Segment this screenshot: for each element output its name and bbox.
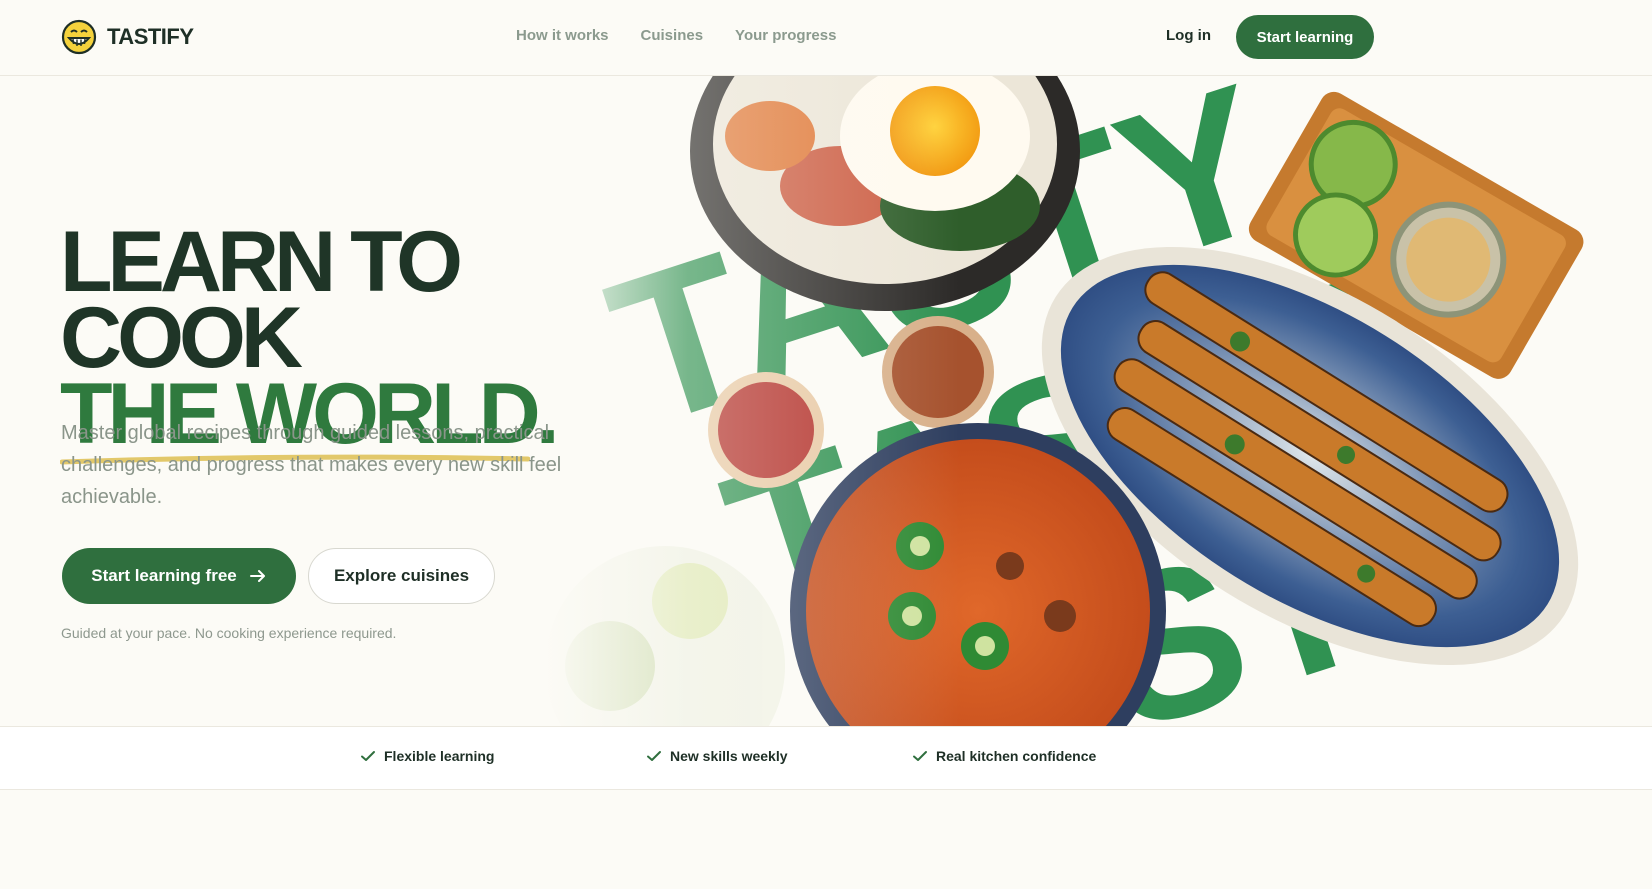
top-navbar: TASTIFY How it works Cuisines Your progr… — [0, 0, 1652, 76]
start-learning-button[interactable]: Start learning — [1236, 15, 1374, 59]
main-nav: How it works Cuisines Your progress — [516, 27, 836, 44]
feature-real-kitchen-confidence: Real kitchen confidence — [912, 748, 1096, 764]
nav-link-how-it-works[interactable]: How it works — [516, 27, 609, 44]
hero-note: Guided at your pace. No cooking experien… — [61, 625, 397, 641]
headline-line-1: LEARN TO — [60, 214, 463, 310]
brand[interactable]: TASTIFY — [61, 19, 194, 55]
feature-label: Real kitchen confidence — [936, 748, 1097, 764]
feature-strip: Flexible learning New skills weekly Real… — [0, 726, 1652, 790]
start-learning-free-label: Start learning free — [91, 566, 237, 585]
check-icon — [647, 751, 661, 761]
nav-link-your-progress[interactable]: Your progress — [735, 27, 836, 44]
login-link[interactable]: Log in — [1166, 27, 1211, 44]
brand-name: TASTIFY — [107, 24, 194, 49]
headline-line-2: COOK — [60, 290, 303, 386]
feature-label: Flexible learning — [384, 748, 495, 764]
check-icon — [361, 751, 375, 761]
start-learning-free-button[interactable]: Start learning free — [62, 548, 296, 604]
explore-cuisines-button[interactable]: Explore cuisines — [308, 548, 495, 604]
feature-flexible-learning: Flexible learning — [360, 748, 494, 764]
hero-subtitle: Master global recipes through guided les… — [61, 422, 562, 508]
smiling-face-logo-icon — [61, 19, 97, 55]
feature-label: New skills weekly — [670, 748, 788, 764]
arrow-right-icon — [249, 570, 265, 582]
nav-link-cuisines[interactable]: Cuisines — [641, 27, 704, 44]
check-icon — [913, 751, 927, 761]
hero-food-image: TASTY TASTY TASTY — [540, 76, 1584, 726]
feature-new-skills-weekly: New skills weekly — [646, 748, 788, 764]
